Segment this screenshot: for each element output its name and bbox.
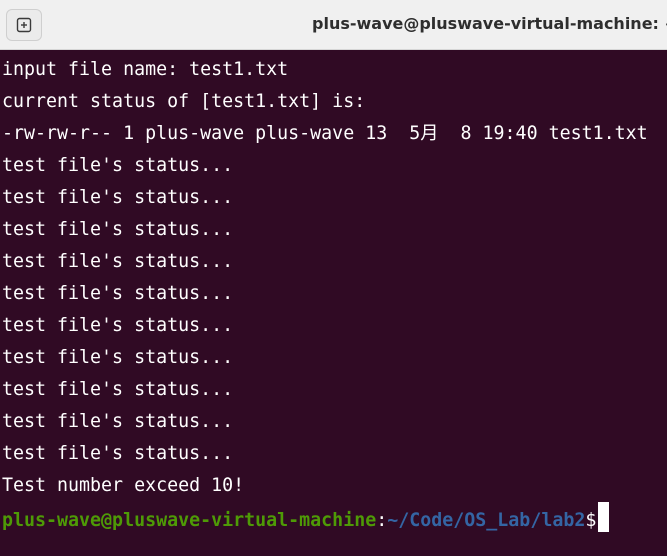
- prompt-user-host: plus-wave@pluswave-virtual-machine: [2, 510, 377, 531]
- prompt-separator: :: [376, 510, 388, 531]
- output-line: test file's status...: [2, 379, 234, 400]
- output-line: test file's status...: [2, 187, 234, 208]
- prompt-line: plus-wave@pluswave-virtual-machine:~/Cod…: [0, 502, 667, 534]
- new-tab-icon: [16, 17, 32, 33]
- output-line: input file name: test1.txt: [2, 59, 289, 80]
- terminal-output[interactable]: input file name: test1.txt current statu…: [0, 54, 667, 556]
- output-line: test file's status...: [2, 283, 234, 304]
- prompt-symbol: $: [585, 510, 597, 531]
- window-title: plus-wave@pluswave-virtual-machine: ~/: [312, 14, 667, 33]
- output-line: -rw-rw-r-- 1 plus-wave plus-wave 13 5月 8…: [2, 123, 648, 144]
- output-line: test file's status...: [2, 443, 234, 464]
- output-line: test file's status...: [2, 347, 234, 368]
- output-line: current status of [test1.txt] is:: [2, 91, 366, 112]
- prompt-path: ~/Code/OS_Lab/lab2: [387, 510, 586, 531]
- terminal-window: plus-wave@pluswave-virtual-machine: ~/ i…: [0, 0, 667, 556]
- title-bar: plus-wave@pluswave-virtual-machine: ~/: [0, 0, 667, 50]
- output-line: test file's status...: [2, 411, 234, 432]
- new-tab-button[interactable]: [6, 9, 42, 41]
- output-line: test file's status...: [2, 315, 234, 336]
- output-line: test file's status...: [2, 155, 234, 176]
- output-line: Test number exceed 10!: [2, 475, 245, 496]
- output-line: test file's status...: [2, 251, 234, 272]
- text-cursor: [598, 502, 610, 532]
- output-line: test file's status...: [2, 219, 234, 240]
